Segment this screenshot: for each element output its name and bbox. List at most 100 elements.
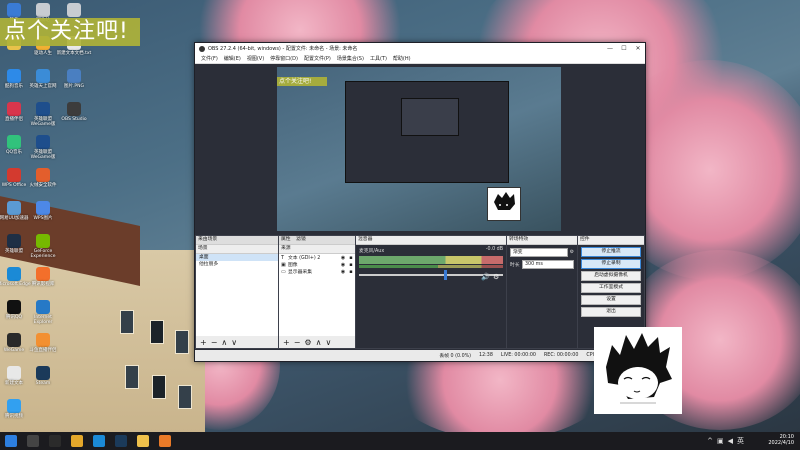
sources-dock-tabs: 属性 滤镜 [279,236,355,245]
stop-streaming-button[interactable]: 停止推流 [581,247,641,257]
desktop-icon-label: 新建文本文档.txt [56,51,92,56]
lock-icon[interactable]: ▪ [347,269,355,275]
source-item[interactable]: ▣ 图像 ◉ ▪ [279,261,355,269]
menu-file[interactable]: 文件(F) [201,55,218,62]
stop-recording-button[interactable]: 停止录制 [581,259,641,269]
move-down-icon[interactable]: ∨ [231,338,237,347]
desktop-icon[interactable]: Internet Explorer [25,300,61,325]
source-name: 图像 [288,263,298,268]
duration-input[interactable]: 300 ms [522,260,574,269]
app-icon [7,300,21,314]
character-overlay [594,327,682,414]
desktop-icon[interactable]: 图片.PNG [56,69,92,89]
add-source-icon[interactable]: + [283,338,290,347]
eye-icon[interactable]: ◉ [339,269,347,275]
scenes-dock: 来由场景 场景 桌面 他拉丽多 + − ∧ ∨ [195,235,279,349]
preview-desktop-capture: 点个关注吧! [277,67,561,231]
search-icon[interactable] [27,435,39,447]
studio-mode-button[interactable]: 工作室模式 [581,283,641,293]
app-icon [7,333,21,347]
obs-preview[interactable]: 点个关注吧! [277,67,561,231]
menu-tools[interactable]: 工具(T) [370,55,387,62]
obs-window[interactable]: OBS 27.2.4 (64-bit, windows) - 配置文件: 未命名… [194,42,646,362]
menu-profile[interactable]: 配置文件(P) [304,55,331,62]
explorer-icon[interactable] [137,435,149,447]
obs-icon[interactable] [49,435,61,447]
preview-banner: 点个关注吧! [277,77,327,86]
desktop-icon[interactable]: Steam [25,366,61,386]
input-language[interactable]: 英 [737,437,748,445]
sources-dock: 属性 滤镜 来源 T 文本 (GDI+) 2 ◉ ▪ ▣ 图像 ◉ ▪ ▭ 显示… [278,235,356,349]
add-scene-icon[interactable]: + [200,338,207,347]
move-up-icon[interactable]: ∧ [316,338,322,347]
tab-filters[interactable]: 滤镜 [296,237,306,242]
scene-item[interactable]: 他拉丽多 [196,261,278,268]
app-icon [7,102,21,116]
controls-dock-title: 控件 [578,236,644,245]
desktop-icon[interactable]: OBS Studio [56,102,92,122]
desktop-icon[interactable]: GeForce Experience [25,234,61,259]
eye-icon[interactable]: ◉ [339,262,347,268]
desktop-icon[interactable]: 腾讯影视库 [25,267,61,287]
lock-icon[interactable]: ▪ [347,255,355,261]
menu-scene-collection[interactable]: 场景集合(S) [337,55,364,62]
start-icon[interactable] [5,435,17,447]
preview-banner-text: 点个关注吧! [279,78,312,85]
status-dropped-frames: 丢帧 0 (0.0%) [439,354,472,359]
volume-icon[interactable]: ◀ [728,437,737,445]
app-icon [7,201,21,215]
chevron-up-icon[interactable]: ^ [707,437,717,445]
obs-titlebar[interactable]: OBS 27.2.4 (64-bit, windows) - 配置文件: 未命名… [195,43,645,54]
volume-slider-thumb[interactable] [444,270,447,280]
desktop-icon[interactable] [56,3,92,18]
source-item[interactable]: T 文本 (GDI+) 2 ◉ ▪ [279,254,355,262]
desktop-icon[interactable]: 英雄联盟 WeGame版 [25,135,61,160]
desktop-icon[interactable]: WPS图片 [25,201,61,221]
desktop-icon-label: 英雄联盟 WeGame版 [30,150,56,160]
edge-icon[interactable] [93,435,105,447]
maximize-button[interactable]: ☐ [617,45,631,52]
scenes-dock-tab[interactable]: 来由场景 [196,236,278,245]
desktop-icon[interactable]: 斗鱼直播伴侣 [25,333,61,353]
gear-icon[interactable]: ⚙ [570,250,574,255]
move-up-icon[interactable]: ∧ [221,338,227,347]
eye-icon[interactable]: ◉ [339,255,347,261]
lock-icon[interactable]: ▪ [347,262,355,268]
transition-type-select[interactable]: 渐变 [510,248,568,257]
app-icon [36,234,50,248]
text-source-icon: T [281,254,285,261]
settings-button[interactable]: 设置 [581,295,641,305]
move-down-icon[interactable]: ∨ [325,338,331,347]
chrome-icon[interactable] [71,435,83,447]
remove-source-icon[interactable]: − [294,338,301,347]
exit-button[interactable]: 退出 [581,307,641,317]
steam-icon[interactable] [115,435,127,447]
scene-item[interactable]: 桌面 [196,254,278,261]
network-icon[interactable]: ▣ [717,437,728,445]
app-icon[interactable] [159,435,171,447]
clock[interactable]: 20:10 2022/4/10 [768,434,794,446]
gear-icon[interactable]: ⚙ [304,338,311,347]
tab-properties[interactable]: 属性 [281,237,291,242]
clock-date: 2022/4/10 [768,440,794,446]
desktop-icon[interactable]: 火绒安全软件 [25,168,61,188]
menu-help[interactable]: 帮助(H) [393,55,411,62]
menu-docks[interactable]: 停靠窗口(D) [270,55,298,62]
app-icon [36,168,50,182]
close-button[interactable]: ✕ [631,45,645,52]
status-bitrate: 12:38 [479,353,493,358]
desktop-icon-label: WPS图片 [33,216,53,221]
speaker-icon[interactable]: 🔊 [481,273,490,281]
gear-icon[interactable]: ⚙ [493,273,499,281]
desktop-icon[interactable]: 腾讯视频 [0,399,32,419]
mixer-dock: 混音器 麦克风/Aux -0.0 dB 🔊 ⚙ [355,235,507,349]
source-item[interactable]: ▭ 显示器采集 ◉ ▪ [279,268,355,276]
minimize-button[interactable]: — [603,45,617,52]
remove-scene-icon[interactable]: − [211,338,218,347]
app-icon [67,102,81,116]
menu-edit[interactable]: 编辑(E) [224,55,241,62]
menu-view[interactable]: 视图(V) [247,55,264,62]
transitions-dock: 转场特效 渐变 ⚙ 时长 300 ms [506,235,578,349]
start-virtual-camera-button[interactable]: 启动虚拟摄像机 [581,271,641,281]
app-icon [36,135,50,149]
